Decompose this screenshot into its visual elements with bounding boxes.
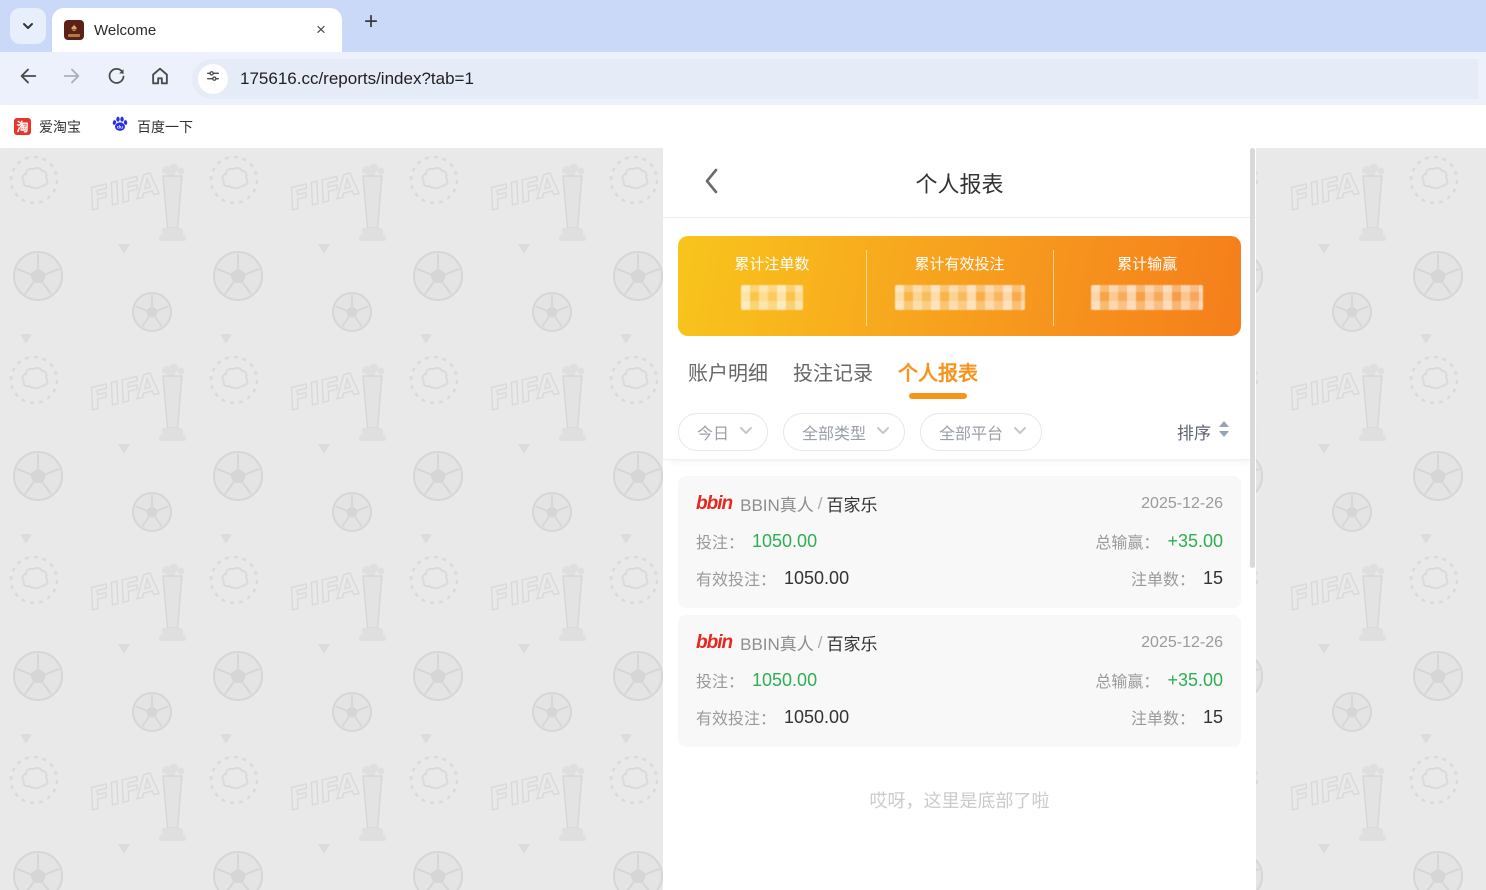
tab-bet-records[interactable]: 投注记录 [793,357,873,404]
censored-value [895,285,1025,310]
home-button[interactable] [140,59,180,99]
record-date: 2025-12-26 [1141,634,1223,652]
site-favicon-icon: ♠ [64,20,84,40]
active-tab-underline [909,393,967,399]
date-filter-dropdown[interactable]: 今日 [678,413,768,451]
bet-count: 15 [1203,707,1223,728]
forward-arrow-icon [61,65,83,92]
sort-arrows-icon [1217,420,1231,443]
reload-button[interactable] [96,59,136,99]
new-tab-button[interactable]: + [356,7,386,37]
back-arrow-icon [17,65,39,92]
taobao-icon: 淘 [14,118,31,135]
summary-stats-card: 累计注单数 累计有效投注 累计输赢 [678,236,1241,336]
panel-scrollbar[interactable] [1250,148,1255,568]
type-filter-dropdown[interactable]: 全部类型 [783,413,905,451]
filters-bar: 今日 全部类型 全部平台 [663,404,1256,460]
browser-tab[interactable]: ♠ Welcome × [52,8,342,52]
sort-button[interactable]: 排序 [1177,419,1231,444]
bet-amount: 1050.00 [752,531,817,552]
page-viewport: FIFA [0,148,1486,890]
bet-amount: 1050.00 [752,670,817,691]
forward-button[interactable] [52,59,92,99]
svg-text:du: du [117,125,123,131]
bookmark-taobao[interactable]: 淘 爱淘宝 [14,117,81,137]
bbin-logo: bbin [696,493,732,515]
bbin-logo: bbin [696,632,732,654]
chevron-down-icon [739,423,753,441]
baidu-paw-icon: du [111,115,129,138]
divider [1053,250,1054,326]
report-list: bbin BBIN真人 / 百家乐 2025-12-26 投注： 1050.00 [663,460,1256,813]
divider [866,250,867,326]
report-record-card[interactable]: bbin BBIN真人 / 百家乐 2025-12-26 投注： 1050.00 [678,615,1241,747]
tune-icon [205,68,221,89]
close-tab-icon[interactable]: × [310,19,332,41]
bet-count: 15 [1203,568,1223,589]
record-date: 2025-12-26 [1141,495,1223,513]
report-record-card[interactable]: bbin BBIN真人 / 百家乐 2025-12-26 投注： 1050.00 [678,476,1241,608]
tab-title: Welcome [94,22,310,39]
chevron-down-icon [21,19,35,33]
report-panel: 个人报表 累计注单数 累计有效投注 累计输赢 [663,148,1256,890]
chevron-left-icon [703,168,719,199]
end-of-list-message: 哎呀，这里是底部了啦 [678,787,1241,813]
platform-filter-dropdown[interactable]: 全部平台 [920,413,1042,451]
valid-bet-amount: 1050.00 [784,568,849,589]
bookmark-baidu[interactable]: du 百度一下 [111,115,193,138]
win-loss-amount: +35.00 [1167,670,1223,691]
bookmarks-bar: 淘 爱淘宝 du 百度一下 [0,105,1486,148]
censored-value [1091,285,1203,310]
chevron-down-icon [876,423,890,441]
valid-bet-amount: 1050.00 [784,707,849,728]
stat-total-valid-bet: 累计有效投注 [866,236,1054,336]
back-button[interactable] [8,59,48,99]
tab-strip: ♠ Welcome × + [0,0,1486,52]
report-back-button[interactable] [691,148,731,218]
url-text: 175616.cc/reports/index?tab=1 [240,69,474,89]
address-bar[interactable]: 175616.cc/reports/index?tab=1 [192,59,1478,99]
reload-icon [106,66,127,92]
browser-window: ♠ Welcome × + [0,0,1486,890]
report-header: 个人报表 [663,148,1256,218]
page-title: 个人报表 [663,167,1256,199]
censored-value [741,285,803,310]
win-loss-amount: +35.00 [1167,531,1223,552]
chevron-down-icon [1013,423,1027,441]
stat-total-bet-count: 累计注单数 [678,236,866,336]
site-settings-button[interactable] [198,64,228,94]
tab-account-details[interactable]: 账户明细 [688,357,768,404]
section-tabs: 账户明细 投注记录 个人报表 [663,344,1256,404]
stat-total-win-loss: 累计输赢 [1053,236,1241,336]
tab-personal-report[interactable]: 个人报表 [898,357,978,404]
home-icon [149,65,171,92]
tab-search-button[interactable] [10,8,46,44]
browser-toolbar: 175616.cc/reports/index?tab=1 [0,52,1486,105]
